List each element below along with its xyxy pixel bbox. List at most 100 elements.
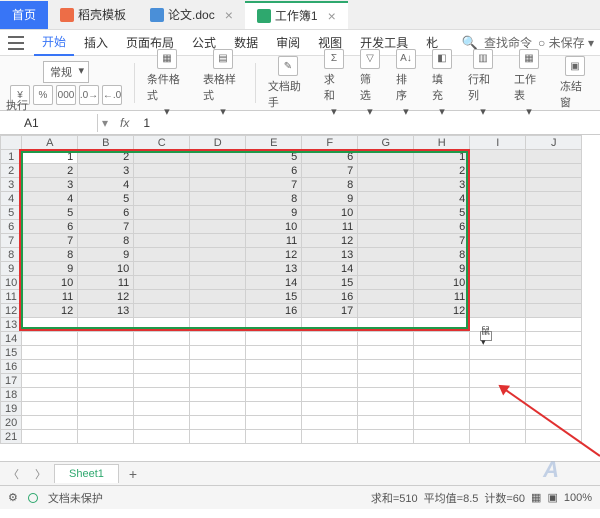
cell-B15[interactable] [78,346,134,360]
cell-B7[interactable]: 8 [78,234,134,248]
cell-C9[interactable] [134,262,190,276]
cell-H4[interactable]: 4 [414,192,470,206]
cell-A20[interactable] [22,416,78,430]
row-header-4[interactable]: 4 [1,192,22,206]
cell-A2[interactable]: 2 [22,164,78,178]
thousand-button[interactable]: 000 [56,85,76,105]
cell-A10[interactable]: 10 [22,276,78,290]
tab-template[interactable]: 稻壳模板 [48,1,138,29]
close-icon[interactable]: × [225,7,233,23]
cell-C18[interactable] [134,388,190,402]
tab-home[interactable]: 首页 [0,1,48,29]
cell-H14[interactable] [414,332,470,346]
cell-D7[interactable] [190,234,246,248]
group-freeze[interactable]: ▣ 冻结窗 [556,56,594,110]
cell-J5[interactable] [526,206,582,220]
cell-J1[interactable] [526,150,582,164]
cell-J16[interactable] [526,360,582,374]
cell-H18[interactable] [414,388,470,402]
group-sum[interactable]: Σ 求和▾ [320,49,348,118]
tab-workbook[interactable]: 工作簿1× [245,1,348,29]
cell-I19[interactable] [470,402,526,416]
cell-C10[interactable] [134,276,190,290]
cell-F3[interactable]: 8 [302,178,358,192]
cell-C6[interactable] [134,220,190,234]
cell-H5[interactable]: 5 [414,206,470,220]
sheet-add-button[interactable]: + [119,466,147,482]
cell-A3[interactable]: 3 [22,178,78,192]
close-icon[interactable]: × [328,8,336,24]
cell-E2[interactable]: 6 [246,164,302,178]
cell-B1[interactable]: 2 [78,150,134,164]
group-cond-format[interactable]: ▦ 条件格式▾ [143,49,191,118]
cell-G20[interactable] [358,416,414,430]
cell-E6[interactable]: 10 [246,220,302,234]
cell-E14[interactable] [246,332,302,346]
spreadsheet-grid[interactable]: ABCDEFGHIJ112561223672334783445894556910… [0,135,582,444]
cell-C2[interactable] [134,164,190,178]
cell-D12[interactable] [190,304,246,318]
cell-I8[interactable] [470,248,526,262]
cell-I12[interactable] [470,304,526,318]
cell-G12[interactable] [358,304,414,318]
cell-E17[interactable] [246,374,302,388]
cell-D3[interactable] [190,178,246,192]
row-header-14[interactable]: 14 [1,332,22,346]
cell-A8[interactable]: 8 [22,248,78,262]
cell-A4[interactable]: 4 [22,192,78,206]
zoom-value[interactable]: 100% [564,492,592,504]
cell-D11[interactable] [190,290,246,304]
cell-I13[interactable] [470,318,526,332]
cell-A13[interactable] [22,318,78,332]
col-header-C[interactable]: C [134,136,190,150]
col-header-H[interactable]: H [414,136,470,150]
cell-F6[interactable]: 11 [302,220,358,234]
cell-J13[interactable] [526,318,582,332]
cell-B8[interactable]: 9 [78,248,134,262]
formula-input[interactable]: 1 [137,114,600,132]
cell-G18[interactable] [358,388,414,402]
cell-B2[interactable]: 3 [78,164,134,178]
row-header-13[interactable]: 13 [1,318,22,332]
cell-E1[interactable]: 5 [246,150,302,164]
cell-B18[interactable] [78,388,134,402]
settings-icon[interactable]: ⚙ [8,491,18,504]
cell-B9[interactable]: 10 [78,262,134,276]
cell-E15[interactable] [246,346,302,360]
group-filter[interactable]: ▽ 筛选▾ [356,49,384,118]
ribbon-start[interactable]: 开始 [34,29,74,56]
row-header-9[interactable]: 9 [1,262,22,276]
cell-G10[interactable] [358,276,414,290]
cell-D9[interactable] [190,262,246,276]
cell-B6[interactable]: 7 [78,220,134,234]
cell-B19[interactable] [78,402,134,416]
cell-D20[interactable] [190,416,246,430]
cell-F18[interactable] [302,388,358,402]
row-header-21[interactable]: 21 [1,430,22,444]
cell-B20[interactable] [78,416,134,430]
cell-F11[interactable]: 16 [302,290,358,304]
cell-G13[interactable] [358,318,414,332]
cell-D15[interactable] [190,346,246,360]
group-rowcol[interactable]: ▥ 行和列▾ [464,49,502,118]
group-sheet[interactable]: ▦ 工作表▾ [510,49,548,118]
cell-F12[interactable]: 17 [302,304,358,318]
cell-H16[interactable] [414,360,470,374]
cell-J12[interactable] [526,304,582,318]
cell-F1[interactable]: 6 [302,150,358,164]
row-header-16[interactable]: 16 [1,360,22,374]
row-header-2[interactable]: 2 [1,164,22,178]
cell-I5[interactable] [470,206,526,220]
cell-B10[interactable]: 11 [78,276,134,290]
cell-B13[interactable] [78,318,134,332]
cell-A6[interactable]: 6 [22,220,78,234]
group-fill[interactable]: ◧ 填充▾ [428,49,456,118]
col-header-B[interactable]: B [78,136,134,150]
cell-J17[interactable] [526,374,582,388]
cell-H7[interactable]: 7 [414,234,470,248]
cell-H10[interactable]: 10 [414,276,470,290]
col-header-A[interactable]: A [22,136,78,150]
cell-E9[interactable]: 13 [246,262,302,276]
cell-C19[interactable] [134,402,190,416]
cell-F2[interactable]: 7 [302,164,358,178]
